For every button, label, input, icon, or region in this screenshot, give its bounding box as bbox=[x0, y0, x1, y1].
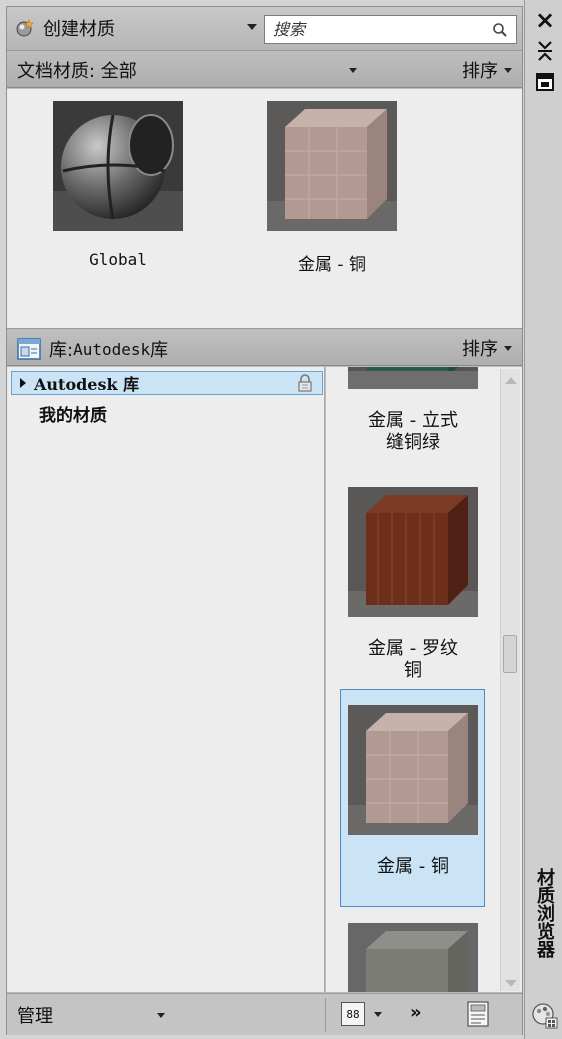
toolbar: 创建材质 bbox=[7, 7, 522, 51]
manage-menu[interactable]: 管理 bbox=[17, 1002, 167, 1028]
material-cube-thumbnail bbox=[348, 705, 478, 835]
create-material-label: 创建材质 bbox=[43, 19, 115, 40]
library-sort-button[interactable]: 排序 bbox=[462, 336, 512, 360]
chevron-down-icon[interactable] bbox=[349, 68, 357, 73]
material-name: 金属 - 罗纹 铜 bbox=[368, 638, 458, 681]
material-cube-thumbnail bbox=[348, 487, 478, 617]
scroll-up-arrow-icon[interactable] bbox=[505, 377, 517, 384]
divider bbox=[325, 998, 326, 1032]
expand-arrow-icon[interactable] bbox=[20, 378, 26, 388]
library-icon bbox=[17, 338, 41, 360]
palette-title: 材质浏览器 bbox=[534, 868, 555, 958]
material-cube-thumbnail bbox=[348, 923, 478, 992]
scroll-down-arrow-icon[interactable] bbox=[505, 980, 517, 987]
library-materials-list: 金属 - 立式 缝铜绿 金属 - 罗纹 铜 金属 - 铜 bbox=[326, 367, 522, 992]
search-input[interactable] bbox=[271, 19, 490, 40]
chevron-down-icon[interactable] bbox=[247, 24, 257, 30]
chevron-down-icon[interactable] bbox=[374, 1012, 382, 1017]
material-name: Global bbox=[89, 250, 147, 269]
document-materials-area: Global 金属 - 铜 bbox=[7, 89, 522, 329]
create-material-icon bbox=[16, 19, 34, 37]
tree-item-label: Autodesk 库 bbox=[34, 375, 140, 394]
bottom-bar: 管理 88 » bbox=[7, 993, 522, 1035]
close-icon[interactable]: × bbox=[535, 8, 555, 32]
document-material-copper[interactable]: 金属 - 铜 bbox=[252, 101, 412, 275]
details-panel-icon[interactable] bbox=[467, 1001, 489, 1027]
search-field[interactable] bbox=[264, 15, 517, 44]
materials-palette-icon bbox=[532, 1003, 558, 1029]
view-options-button[interactable]: 88 bbox=[341, 1002, 365, 1026]
auto-hide-icon[interactable] bbox=[535, 40, 555, 62]
material-cube-thumbnail bbox=[348, 367, 478, 389]
library-title-suffix: 库 bbox=[150, 340, 169, 361]
material-name: 金属 - 铜 bbox=[298, 255, 366, 275]
document-materials-label: 文档材质: 全部 bbox=[17, 61, 137, 82]
document-materials-bar: 文档材质: 全部 排序 bbox=[7, 52, 522, 88]
library-material-ribbed-copper[interactable]: 金属 - 罗纹 铜 bbox=[326, 487, 500, 682]
manage-label: 管理 bbox=[17, 1006, 53, 1027]
chevron-down-icon bbox=[504, 345, 512, 351]
document-materials-filter[interactable]: 文档材质: 全部 bbox=[17, 58, 357, 82]
material-name: 金属 - 铜 bbox=[377, 856, 449, 877]
library-title-name: Autodesk bbox=[73, 339, 151, 359]
create-material-button[interactable]: 创建材质 bbox=[15, 14, 259, 42]
vertical-scrollbar[interactable] bbox=[500, 369, 520, 991]
library-tree: Autodesk 库 我的材质 bbox=[7, 367, 325, 992]
properties-icon[interactable] bbox=[535, 72, 555, 92]
library-title[interactable]: 库: Autodesk 库 bbox=[17, 336, 168, 362]
tree-item-autodesk-library[interactable]: Autodesk 库 bbox=[11, 371, 323, 395]
chevron-down-icon bbox=[157, 1013, 165, 1018]
library-material-copper[interactable]: 金属 - 铜 bbox=[326, 705, 500, 878]
more-button[interactable]: » bbox=[410, 1002, 422, 1023]
library-title-prefix: 库: bbox=[49, 340, 74, 361]
material-sphere-thumbnail bbox=[53, 101, 183, 231]
palette-title-strip: × 材质浏览器 bbox=[524, 0, 562, 1039]
sort-label: 排序 bbox=[462, 61, 498, 82]
search-icon[interactable] bbox=[492, 22, 508, 38]
scrollbar-thumb[interactable] bbox=[503, 635, 517, 673]
library-material-stone[interactable] bbox=[326, 923, 500, 992]
materials-browser-panel: 创建材质 文档材质: 全部 排序 bbox=[6, 6, 523, 1035]
document-material-global[interactable]: Global bbox=[38, 101, 198, 269]
document-sort-button[interactable]: 排序 bbox=[462, 58, 512, 82]
lock-icon bbox=[298, 374, 312, 392]
library-material-patina[interactable]: 金属 - 立式 缝铜绿 bbox=[326, 367, 500, 454]
tree-item-my-materials[interactable]: 我的材质 bbox=[39, 401, 107, 426]
material-cube-thumbnail bbox=[267, 101, 397, 231]
sort-label: 排序 bbox=[462, 339, 498, 360]
material-name: 金属 - 立式 缝铜绿 bbox=[368, 410, 458, 453]
chevron-down-icon bbox=[504, 67, 512, 73]
library-bar: 库: Autodesk 库 排序 bbox=[7, 330, 522, 366]
